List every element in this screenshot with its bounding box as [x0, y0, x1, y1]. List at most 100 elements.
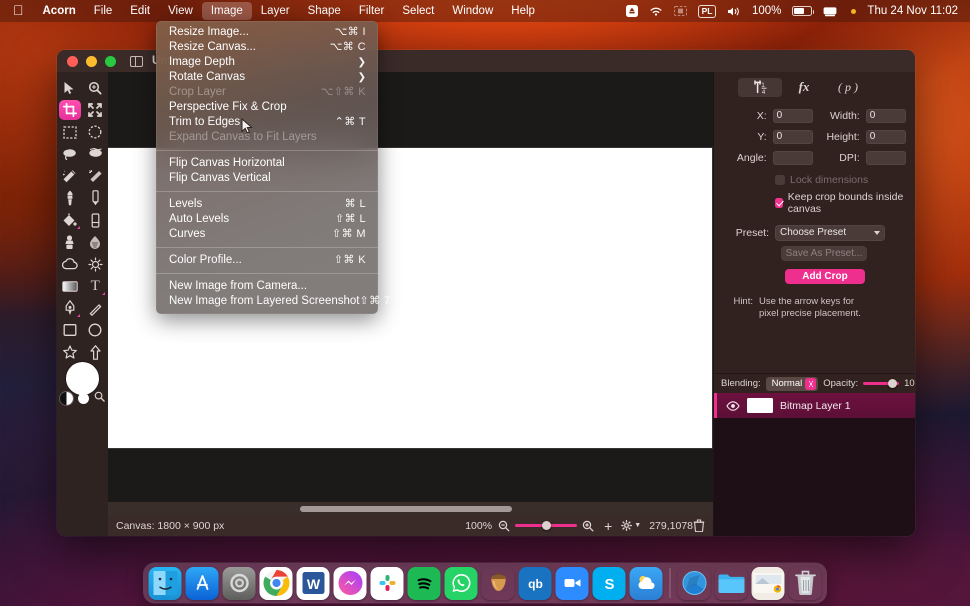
menu-item-image-depth[interactable]: Image Depth ❯ — [156, 55, 378, 70]
polygon-lasso-tool[interactable] — [84, 144, 106, 164]
text-tool[interactable]: T — [84, 276, 106, 296]
blending-mode-select[interactable]: Normal — [765, 376, 819, 391]
menu-item-levels[interactable]: Levels ⌘ L — [156, 197, 378, 212]
opacity-slider[interactable] — [863, 378, 900, 390]
dock-icon-downloads-folder[interactable] — [715, 567, 748, 600]
dropbox-icon[interactable] — [626, 5, 639, 17]
angle-field[interactable] — [772, 151, 813, 165]
rectangular-marquee-tool[interactable] — [59, 122, 81, 142]
menu-item-flip-canvas-horizontal[interactable]: Flip Canvas Horizontal — [156, 156, 378, 171]
width-field[interactable]: 0 — [865, 109, 906, 123]
menu-file[interactable]: File — [85, 2, 122, 20]
lock-dimensions-row[interactable]: Lock dimensions — [723, 174, 906, 186]
elliptical-marquee-tool[interactable] — [84, 122, 106, 142]
add-crop-button[interactable]: Add Crop — [785, 269, 865, 284]
magic-wand-tool[interactable] — [59, 166, 81, 186]
menu-item-flip-canvas-vertical[interactable]: Flip Canvas Vertical — [156, 171, 378, 186]
dpi-field[interactable] — [865, 151, 906, 165]
eraser-tool[interactable] — [84, 210, 106, 230]
menu-item-new-image-from-camera[interactable]: New Image from Camera... — [156, 279, 378, 294]
input-source-badge[interactable]: PL — [698, 4, 716, 18]
blur-tool[interactable] — [59, 254, 81, 274]
dock-icon-whatsapp[interactable] — [444, 566, 478, 600]
dock-icon-app-store[interactable] — [185, 566, 219, 600]
wifi-icon[interactable] — [649, 6, 663, 17]
menu-edit[interactable]: Edit — [121, 2, 159, 20]
menu-select[interactable]: Select — [393, 2, 443, 20]
zoom-button[interactable] — [105, 55, 116, 67]
effects-inspector-tab[interactable]: fx — [782, 78, 826, 97]
dock-icon-messenger[interactable] — [333, 566, 367, 600]
dock-icon-trash[interactable] — [789, 567, 822, 600]
menu-item-resize-image[interactable]: Resize Image... ⌥⌘ I — [156, 25, 378, 40]
dock-icon-acorn[interactable] — [482, 567, 515, 600]
star-shape-tool[interactable] — [59, 342, 81, 362]
line-tool[interactable] — [84, 298, 106, 318]
gradient-tool[interactable] — [59, 276, 81, 296]
dock-icon-zoom[interactable] — [555, 566, 589, 600]
menu-item-color-profile[interactable]: Color Profile... ⇧⌘ K — [156, 253, 378, 268]
instant-alpha-tool[interactable] — [84, 166, 106, 186]
dock-icon-finder[interactable] — [148, 566, 182, 600]
crop-inspector-tab[interactable]: 14 — [738, 77, 782, 97]
layer-name[interactable]: Bitmap Layer 1 — [780, 400, 851, 412]
arrow-shape-tool[interactable] — [84, 342, 106, 362]
keep-bounds-checkbox[interactable] — [775, 198, 783, 208]
menu-item-auto-levels[interactable]: Auto Levels ⇧⌘ L — [156, 212, 378, 227]
menu-acorn[interactable]: Acorn — [34, 2, 85, 20]
trash-icon[interactable] — [693, 519, 705, 532]
dock-icon-safari-downloads[interactable] — [678, 567, 711, 600]
dodge-tool[interactable] — [84, 254, 106, 274]
menu-item-new-image-from-layered-screenshot[interactable]: New Image from Layered Screenshot ⇧⌘ 7 — [156, 294, 390, 309]
preset-select[interactable]: Choose Preset — [775, 225, 885, 241]
dock-icon-word[interactable]: W — [296, 566, 330, 600]
apple-menu-icon[interactable]:  — [7, 3, 34, 17]
dock-icon-slack[interactable] — [370, 566, 404, 600]
horizontal-scrollbar[interactable] — [108, 502, 713, 515]
menu-item-rotate-canvas[interactable]: Rotate Canvas ❯ — [156, 70, 378, 85]
menu-view[interactable]: View — [159, 2, 202, 20]
zoom-slider[interactable] — [515, 521, 578, 531]
menu-filter[interactable]: Filter — [350, 2, 394, 20]
zoom-tool[interactable] — [84, 78, 106, 98]
add-icon[interactable]: + — [604, 519, 612, 533]
control-center-icon[interactable] — [823, 6, 837, 17]
dock-icon-chrome[interactable] — [259, 566, 293, 600]
smudge-tool[interactable] — [84, 232, 106, 252]
layer-thumbnail[interactable] — [747, 398, 773, 413]
battery-charging-icon[interactable] — [792, 6, 815, 16]
keep-bounds-row[interactable]: Keep crop bounds inside canvas — [723, 191, 906, 215]
minimize-button[interactable] — [86, 55, 97, 67]
menu-help[interactable]: Help — [502, 2, 544, 20]
menu-layer[interactable]: Layer — [252, 2, 299, 20]
default-colors-icon[interactable] — [60, 391, 73, 405]
menu-image[interactable]: Image — [201, 2, 252, 20]
rectangle-shape-tool[interactable] — [59, 320, 81, 340]
volume-icon[interactable] — [727, 6, 741, 17]
zoom-out-icon[interactable] — [498, 520, 510, 532]
height-field[interactable]: 0 — [865, 130, 906, 144]
menu-item-trim-to-edges[interactable]: Trim to Edges ⌃⌘ T — [156, 115, 378, 130]
dock-icon-skype[interactable]: S — [592, 566, 626, 600]
dock-icon-spotify[interactable] — [407, 566, 441, 600]
close-button[interactable] — [67, 55, 78, 67]
menu-item-perspective-fix-and-crop[interactable]: Perspective Fix & Crop — [156, 100, 378, 115]
brush-tool[interactable] — [59, 188, 81, 208]
gear-dropdown-arrow-icon[interactable]: ▼ — [634, 522, 641, 529]
zoom-in-icon[interactable] — [582, 520, 594, 532]
color-picker-icon[interactable] — [94, 389, 105, 407]
transform-tool[interactable] — [84, 100, 106, 120]
dock-icon-weather[interactable] — [629, 566, 663, 600]
horizontal-scrollbar-thumb[interactable] — [300, 505, 512, 512]
dock-icon-quickbooks[interactable]: qb — [518, 566, 552, 600]
screen-mirroring-icon[interactable] — [674, 6, 688, 16]
menu-item-curves[interactable]: Curves ⇧⌘ M — [156, 227, 378, 242]
crop-tool[interactable] — [58, 100, 81, 120]
move-tool[interactable] — [59, 78, 81, 98]
bezier-pen-tool[interactable] — [59, 298, 81, 318]
clone-stamp-tool[interactable] — [59, 232, 81, 252]
dock-icon-settings[interactable] — [222, 566, 256, 600]
lasso-tool[interactable] — [59, 144, 81, 164]
table-row[interactable]: Bitmap Layer 1 — [714, 393, 915, 418]
layer-visibility-icon[interactable] — [726, 400, 740, 411]
